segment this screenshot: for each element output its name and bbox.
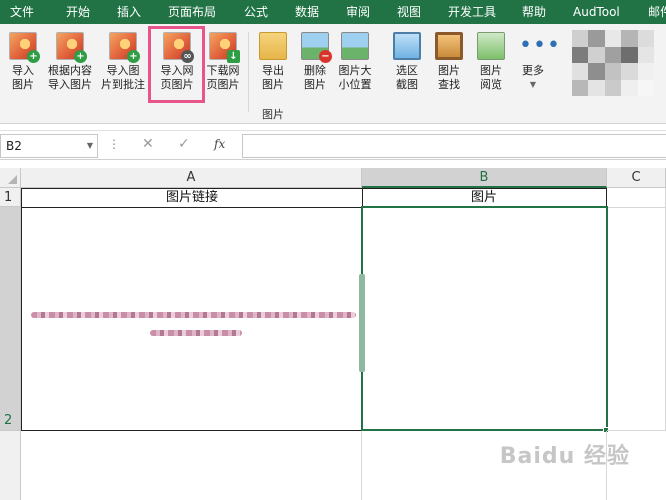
picture-find-label: 图片 查找 bbox=[438, 64, 460, 91]
image-text-add-icon: + bbox=[56, 32, 87, 63]
cell-b1[interactable]: 图片 bbox=[362, 188, 607, 208]
picture-browse-button[interactable]: 图片 阅览 bbox=[468, 30, 514, 92]
export-picture-button[interactable]: 导出 图片 bbox=[250, 30, 296, 92]
menu-bar: 文件 开始 插入 页面布局 公式 数据 审阅 视图 开发工具 帮助 AudToo… bbox=[0, 0, 666, 24]
menu-file[interactable]: 文件 bbox=[10, 0, 34, 24]
cell-c1[interactable] bbox=[607, 188, 666, 208]
blurred-link-text bbox=[150, 330, 242, 336]
chevron-down-icon: ▼ bbox=[529, 80, 537, 89]
cancel-icon[interactable]: ✕ bbox=[142, 136, 154, 152]
chevron-down-icon[interactable]: ▼ bbox=[87, 135, 93, 157]
formula-bar: B2 ▼ ⋮ ✕ ✓ fx bbox=[0, 130, 666, 160]
picture-size-position-button[interactable]: 图片大 小位置 bbox=[334, 30, 376, 92]
cell-b2[interactable] bbox=[361, 206, 608, 431]
menu-home[interactable]: 开始 bbox=[66, 0, 90, 24]
formula-input[interactable] bbox=[242, 134, 666, 158]
selection-screenshot-button[interactable]: 选区 截图 bbox=[384, 30, 430, 92]
picture-size-position-label: 图片大 小位置 bbox=[338, 64, 372, 91]
menu-view[interactable]: 视图 bbox=[397, 0, 421, 24]
row-header-3[interactable] bbox=[0, 431, 21, 500]
more-label: 更多 bbox=[522, 64, 544, 77]
picture-frame-icon bbox=[435, 32, 463, 60]
cell-c2[interactable] bbox=[607, 207, 666, 431]
picture-browse-label: 图片 阅览 bbox=[480, 64, 502, 91]
cell-a1[interactable]: 图片链接 bbox=[21, 188, 363, 208]
menu-mail[interactable]: 邮件 bbox=[648, 0, 666, 24]
resize-handle-icon[interactable]: ⋮ bbox=[108, 137, 120, 151]
ribbon-separator bbox=[248, 32, 249, 112]
confirm-icon[interactable]: ✓ bbox=[178, 136, 190, 152]
import-by-content-label: 根据内容 导入图片 bbox=[48, 64, 92, 91]
pixelated-image bbox=[572, 30, 654, 96]
picture-group-label: 图片 bbox=[262, 108, 284, 121]
more-button[interactable]: ••• 更多 ▼ bbox=[510, 30, 561, 92]
menu-formulas[interactable]: 公式 bbox=[244, 0, 268, 24]
delete-picture-label: 删除 图片 bbox=[304, 64, 326, 91]
selection-screenshot-label: 选区 截图 bbox=[396, 64, 418, 91]
cell-a3[interactable] bbox=[21, 431, 362, 500]
gallery-icon bbox=[477, 32, 505, 60]
sheet-grid: A B C 1 2 图片链接 图片 Baidu 经验 bbox=[0, 168, 666, 500]
cell-a2[interactable] bbox=[21, 207, 363, 431]
column-header-c[interactable]: C bbox=[607, 168, 666, 188]
select-all-button[interactable] bbox=[0, 168, 21, 188]
column-header-a[interactable]: A bbox=[21, 168, 362, 188]
menu-review[interactable]: 审阅 bbox=[346, 0, 370, 24]
folder-icon bbox=[259, 32, 287, 60]
splitter-handle[interactable] bbox=[359, 274, 365, 372]
menu-audtool[interactable]: AudTool bbox=[573, 0, 620, 24]
download-web-picture-button[interactable]: ↓ 下载网 页图片 bbox=[200, 30, 246, 92]
menu-developer[interactable]: 开发工具 bbox=[448, 0, 496, 24]
watermark: Baidu 经验 bbox=[499, 444, 630, 469]
name-box[interactable]: B2 ▼ bbox=[0, 134, 98, 158]
insert-function-button[interactable]: fx bbox=[214, 137, 225, 151]
image-resize-icon bbox=[341, 32, 369, 60]
download-web-picture-label: 下载网 页图片 bbox=[206, 64, 240, 91]
image-comment-add-icon: + bbox=[109, 32, 140, 63]
menu-insert[interactable]: 插入 bbox=[117, 0, 141, 24]
row-header-2[interactable]: 2 bbox=[0, 207, 21, 431]
import-to-comment-label: 导入图 片到批注 bbox=[101, 64, 145, 91]
ribbon: + 导入 图片 + 根据内容 导入图片 + 导入图 片到批注 ∞ 导入网 页图片… bbox=[0, 24, 666, 124]
blurred-link-text bbox=[31, 312, 356, 318]
import-by-content-button[interactable]: + 根据内容 导入图片 bbox=[44, 30, 96, 92]
delete-picture-button[interactable]: − 删除 图片 bbox=[292, 30, 338, 92]
import-picture-button[interactable]: + 导入 图片 bbox=[0, 30, 46, 92]
import-picture-label: 导入 图片 bbox=[12, 64, 34, 91]
export-picture-label: 导出 图片 bbox=[262, 64, 284, 91]
column-header-b[interactable]: B bbox=[362, 168, 607, 188]
menu-data[interactable]: 数据 bbox=[295, 0, 319, 24]
row-header-1[interactable]: 1 bbox=[0, 188, 21, 207]
image-delete-icon: − bbox=[301, 32, 332, 63]
name-box-value: B2 bbox=[6, 139, 22, 153]
menu-page-layout[interactable]: 页面布局 bbox=[168, 0, 216, 24]
picture-find-button[interactable]: 图片 查找 bbox=[426, 30, 472, 92]
image-download-icon: ↓ bbox=[209, 32, 240, 63]
image-add-icon: + bbox=[9, 32, 40, 63]
highlight-box bbox=[148, 26, 205, 103]
menu-help[interactable]: 帮助 bbox=[522, 0, 546, 24]
more-dots-icon: ••• bbox=[519, 33, 561, 58]
screenshot-icon bbox=[393, 32, 421, 60]
import-to-comment-button[interactable]: + 导入图 片到批注 bbox=[97, 30, 149, 92]
